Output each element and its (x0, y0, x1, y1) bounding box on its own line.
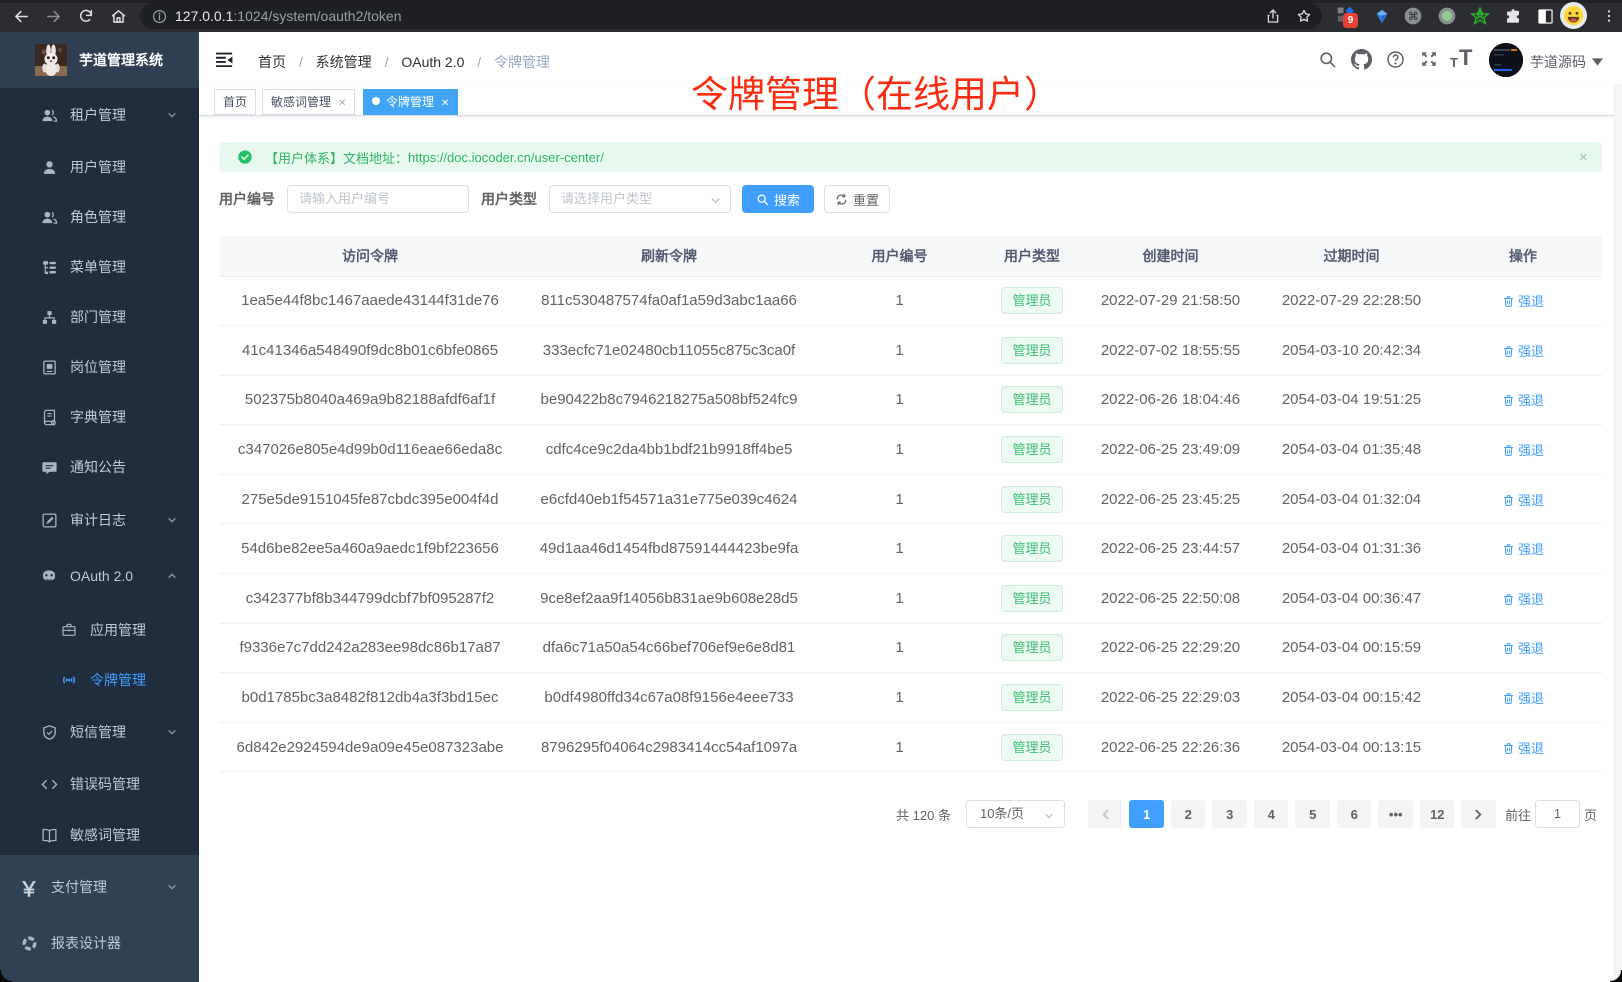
svg-text:⌘: ⌘ (1408, 11, 1419, 23)
